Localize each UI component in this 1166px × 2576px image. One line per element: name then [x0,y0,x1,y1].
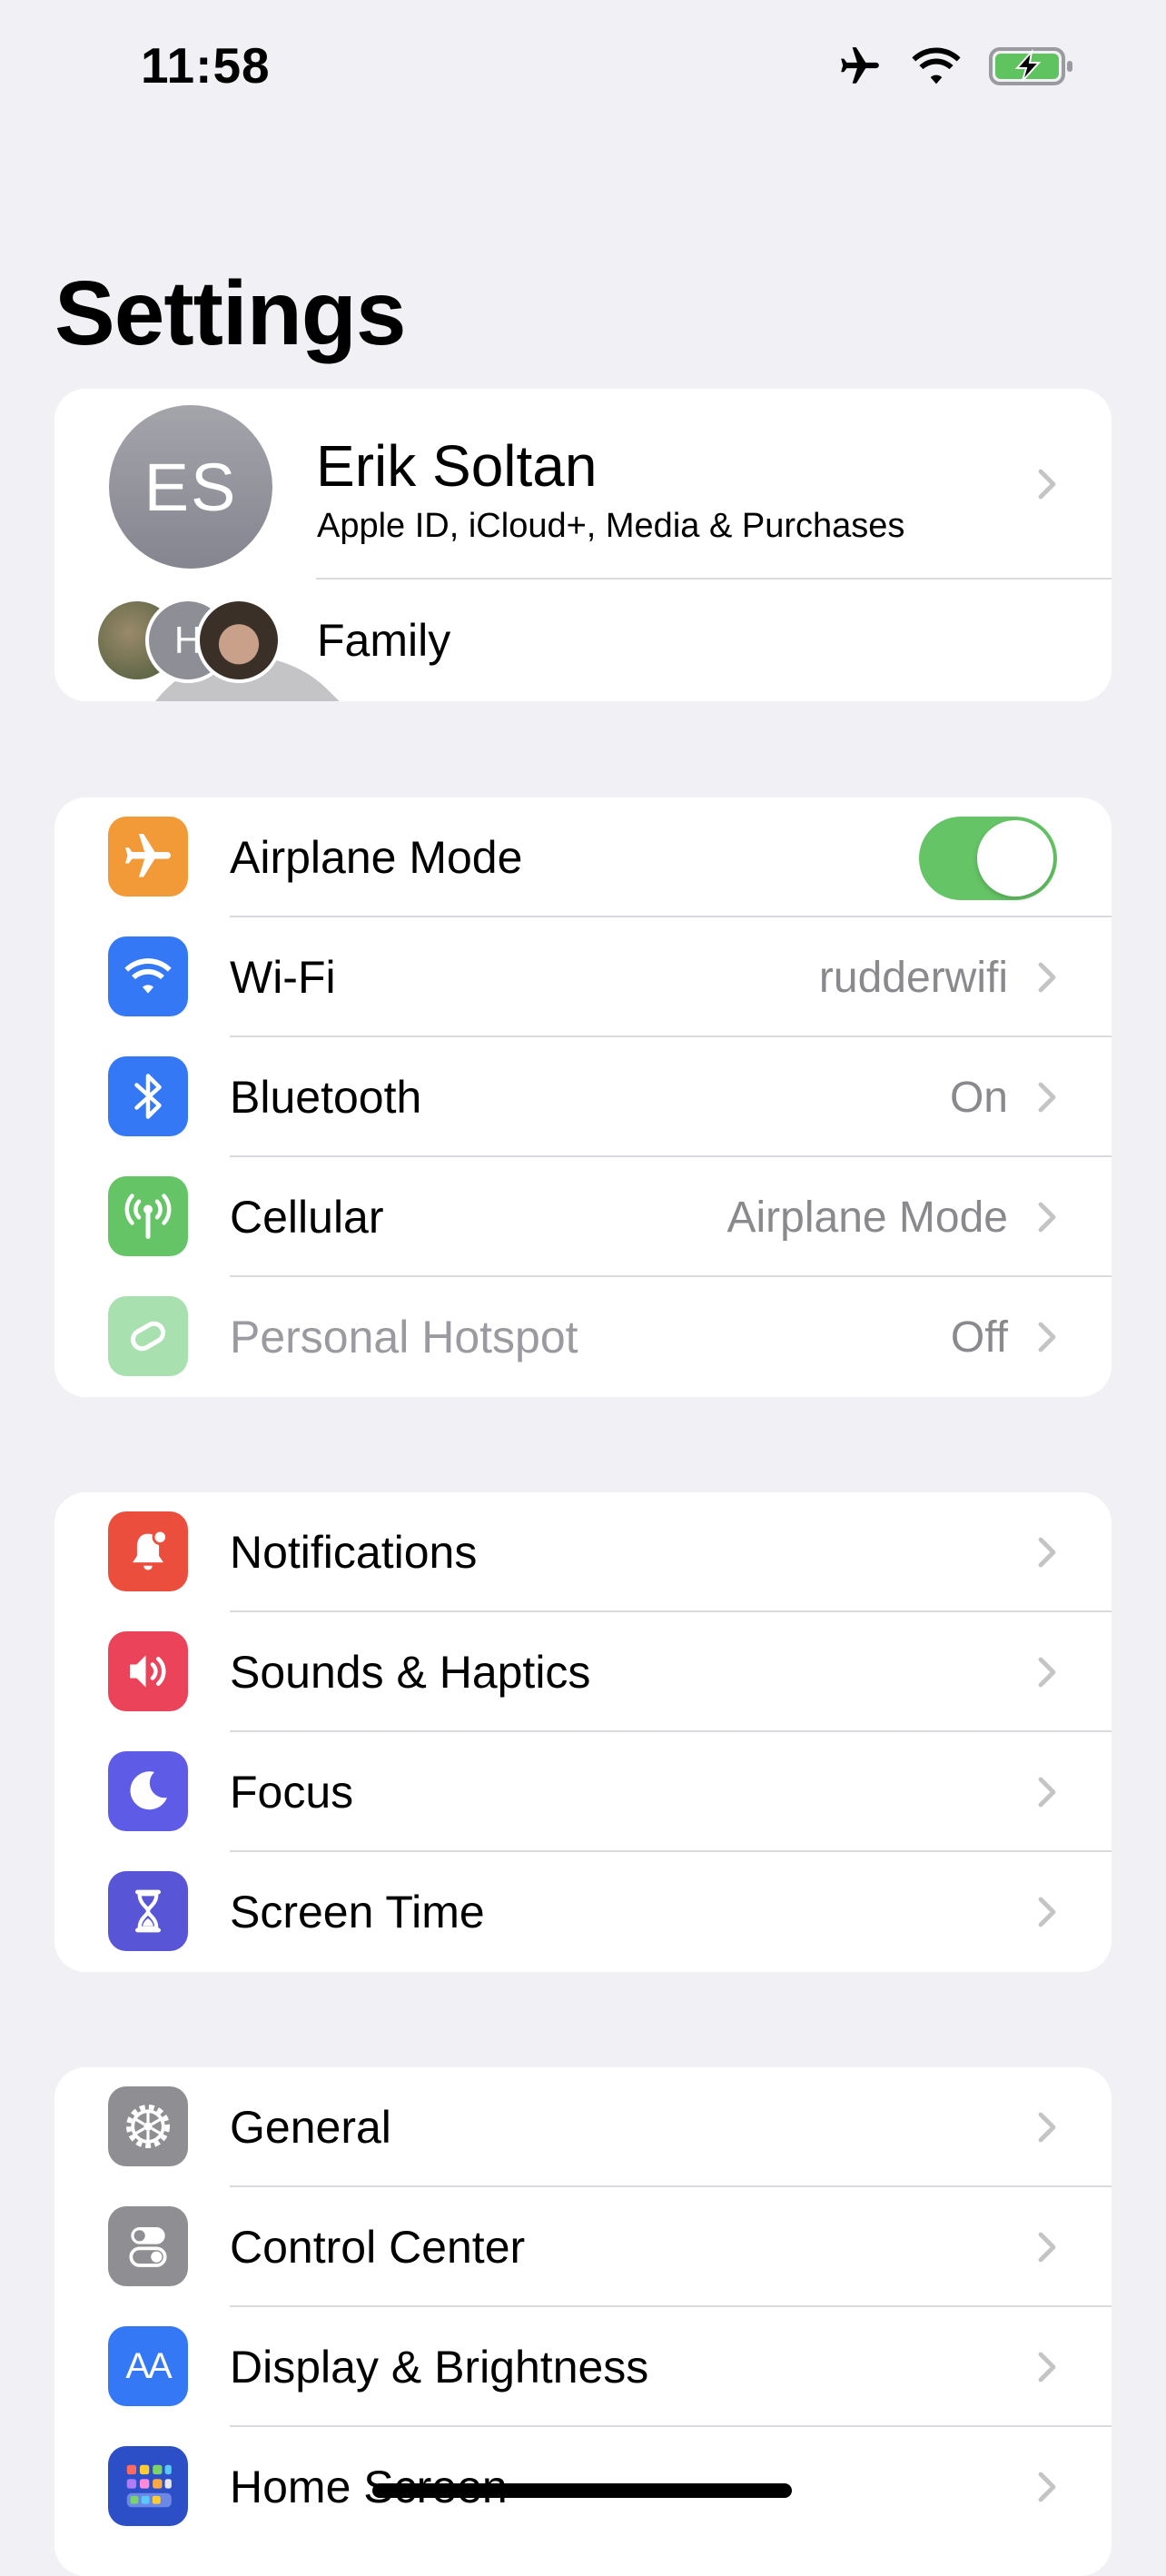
bluetooth-icon [108,1056,188,1136]
home-grid-icon [108,2446,188,2526]
wifi-value: rudderwifi [818,953,1008,1002]
personal-hotspot-value: Off [950,1313,1008,1362]
wifi-row[interactable]: Wi-Fi rudderwifi [54,917,1112,1037]
general-group: General Control Center AA Display & Brig… [54,2067,1112,2576]
text-size-icon: AA [108,2326,188,2406]
control-center-row[interactable]: Control Center [54,2187,1112,2307]
chevron-right-icon [1038,1897,1056,1927]
apple-id-row[interactable]: ES Erik Soltan Apple ID, iCloud+, Media … [54,389,1112,580]
notifications-row[interactable]: Notifications [54,1492,1112,1612]
home-indicator [372,2483,792,2498]
display-brightness-row[interactable]: AA Display & Brightness [54,2307,1112,2427]
chevron-right-icon [1038,2112,1056,2143]
airplane-status-icon [835,44,884,94]
status-time: 11:58 [141,37,271,94]
chevron-right-icon [1038,1202,1056,1233]
chevron-right-icon [1038,962,1056,993]
general-label: General [230,2102,391,2153]
chevron-right-icon [1038,1082,1056,1113]
chevron-right-icon [1038,1657,1056,1688]
speaker-icon [108,1631,188,1711]
family-row[interactable]: H Family [54,580,1112,701]
profile-name: Erik Soltan [316,433,598,499]
chevron-right-icon [1038,469,1056,500]
hotspot-icon [108,1296,188,1376]
bluetooth-row[interactable]: Bluetooth On [54,1037,1112,1157]
bell-icon [108,1511,188,1591]
text-size-glyph: AA [125,2345,172,2386]
chevron-right-icon [1038,1777,1056,1808]
connectivity-group: Airplane Mode Wi-Fi rudderwifi Bluetooth… [54,798,1112,1397]
sounds-haptics-label: Sounds & Haptics [230,1647,591,1698]
airplane-icon [108,817,188,897]
gear-icon [108,2086,188,2166]
battery-charging-icon [988,45,1075,92]
chevron-right-icon [1038,2232,1056,2263]
screen-time-label: Screen Time [230,1887,485,1937]
control-center-label: Control Center [230,2222,526,2273]
focus-label: Focus [230,1767,354,1818]
general-row[interactable]: General [54,2067,1112,2187]
chevron-right-icon [1038,2352,1056,2383]
cellular-value: Airplane Mode [726,1193,1008,1242]
profile-subtitle: Apple ID, iCloud+, Media & Purchases [317,507,905,545]
notifications-group: Notifications Sounds & Haptics Focus Scr… [54,1492,1112,1972]
personal-hotspot-label: Personal Hotspot [230,1312,578,1362]
moon-icon [108,1751,188,1831]
wifi-icon [108,936,188,1016]
screen-time-row[interactable]: Screen Time [54,1852,1112,1972]
profile-group: ES Erik Soltan Apple ID, iCloud+, Media … [54,389,1112,701]
wifi-label: Wi-Fi [230,952,336,1003]
wifi-status-icon [910,45,963,92]
airplane-mode-row[interactable]: Airplane Mode [54,798,1112,917]
airplane-mode-toggle[interactable] [919,817,1057,900]
page-title: Settings [54,263,406,364]
bluetooth-value: On [949,1073,1008,1122]
chevron-right-icon [1038,1322,1056,1352]
notifications-label: Notifications [230,1527,478,1578]
airplane-mode-label: Airplane Mode [230,832,523,883]
bluetooth-label: Bluetooth [230,1072,422,1123]
sounds-haptics-row[interactable]: Sounds & Haptics [54,1612,1112,1732]
display-brightness-label: Display & Brightness [230,2342,649,2393]
chevron-right-icon [1038,2472,1056,2502]
antenna-icon [108,1176,188,1256]
status-icons [835,44,1075,94]
family-label: Family [317,615,451,666]
family-avatar-photo [196,598,282,683]
cellular-row[interactable]: Cellular Airplane Mode [54,1157,1112,1277]
hourglass-icon [108,1871,188,1951]
personal-hotspot-row[interactable]: Personal Hotspot Off [54,1277,1112,1397]
switches-icon [108,2206,188,2286]
chevron-right-icon [1038,1537,1056,1568]
avatar: ES [109,405,272,569]
status-bar: 11:58 [0,0,1166,136]
focus-row[interactable]: Focus [54,1732,1112,1852]
cellular-label: Cellular [230,1192,384,1243]
